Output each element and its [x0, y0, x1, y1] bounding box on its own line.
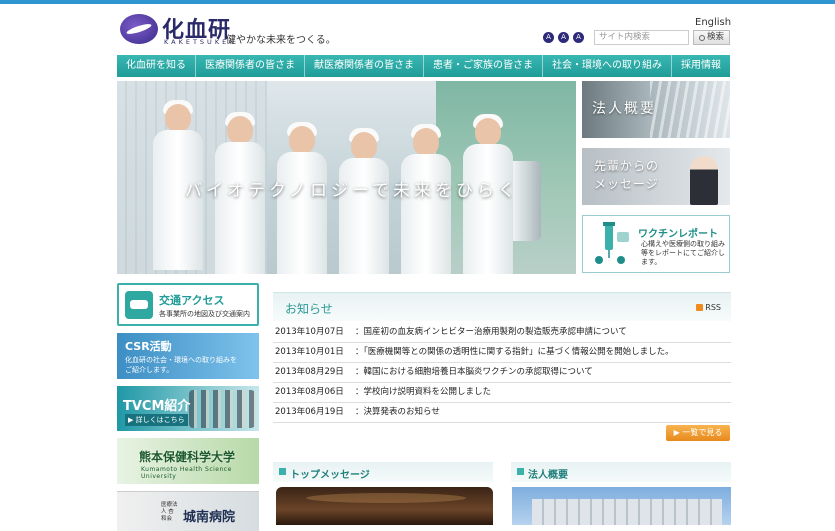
- news-item[interactable]: 2013年08月29日 ：韓国における細胞培養日本脳炎ワクチンの承認取得について: [273, 363, 731, 383]
- news-text: ：国産初の血友病インヒビター治療用製剤の製造販売承認申請について: [355, 327, 627, 337]
- vaccine-mascot-icon: [595, 222, 629, 264]
- news-date: 2013年10月07日: [275, 327, 344, 337]
- news-header: お知らせ RSS: [273, 292, 731, 321]
- csr-desc-line2: ご紹介します。: [125, 366, 174, 374]
- news-list: 2013年10月07日 ：国産初の血友病インヒビター治療用製剤の製造販売承認申請に…: [273, 323, 731, 423]
- news-item[interactable]: 2013年06月19日 ：決算発表のお知らせ: [273, 403, 731, 423]
- news-text: ：決算発表のお知らせ: [355, 407, 440, 417]
- rss-link[interactable]: RSS: [696, 303, 721, 312]
- csr-banner[interactable]: CSR活動 化血研の社会・環境への取り組みを ご紹介します。: [117, 333, 259, 379]
- kumamoto-sub: Kumamoto Health Science University: [141, 466, 232, 480]
- font-size-large-button[interactable]: A: [573, 32, 584, 43]
- top-message-heading[interactable]: トップメッセージ: [273, 462, 493, 482]
- nav-item-about[interactable]: 化血研を知る: [117, 55, 196, 77]
- senior-message-title-line1: 先輩からの: [594, 159, 660, 173]
- vaccine-report-title: ワクチンレポート: [638, 229, 718, 240]
- search-input[interactable]: サイト内検索: [594, 30, 689, 45]
- font-size-medium-button[interactable]: A: [558, 32, 569, 43]
- news-title: お知らせ: [285, 302, 333, 316]
- hero-person: [401, 124, 451, 274]
- corporate-heading[interactable]: 法人概要: [511, 462, 731, 482]
- corporate-banner-title: 法人概要: [592, 101, 656, 117]
- nav-item-medical[interactable]: 医療関係者の皆さま: [196, 55, 305, 77]
- jonan-title: 城南病院: [183, 510, 236, 525]
- kumamoto-title: 熊本保健科学大学: [139, 450, 236, 464]
- tagline: 健やかな未来をつくる。: [226, 35, 336, 46]
- banner-stripes: [650, 81, 730, 138]
- senior-message-banner[interactable]: 先輩からの メッセージ: [582, 148, 730, 205]
- news-date: 2013年10月01日: [275, 347, 344, 357]
- news-item[interactable]: 2013年08月06日 ：学校向け説明資料を公開しました: [273, 383, 731, 403]
- news-text: ：韓国における細胞培養日本脳炎ワクチンの承認取得について: [355, 367, 593, 377]
- top-accent-bar: [0, 0, 835, 4]
- tvcm-title: TVCM紹介: [123, 399, 191, 414]
- rss-icon: [696, 304, 704, 311]
- vaccine-report-desc: 心構えや医療側の取り組み等をレポートにてご紹介します。: [641, 240, 725, 266]
- jonan-hospital-banner[interactable]: 医療法人 杏和会 城南病院: [117, 491, 259, 531]
- hero-image: バイオテクノロジーで未来をひらく: [117, 81, 576, 274]
- search-button[interactable]: 検索: [693, 30, 730, 45]
- corporate-banner[interactable]: 法人概要: [582, 81, 730, 138]
- news-date: 2013年08月29日: [275, 367, 344, 377]
- section-arrow-icon: [279, 468, 286, 475]
- english-link[interactable]: English: [695, 17, 731, 28]
- corporate-building-image[interactable]: [512, 487, 731, 525]
- hero-copy: バイオテクノロジーで未来をひらく: [185, 181, 519, 201]
- hero-person: [339, 128, 389, 274]
- search-button-label: 検索: [706, 32, 724, 42]
- news-text: ：学校向け説明資料を公開しました: [355, 387, 492, 397]
- top-message-label: トップメッセージ: [290, 470, 370, 481]
- tvcm-photo: [189, 390, 255, 428]
- access-banner[interactable]: 交通アクセス 各事業所の地図及び交通案内: [117, 283, 259, 326]
- nav-item-csr[interactable]: 社会・環境への取り組み: [543, 55, 672, 77]
- csr-desc-line1: 化血研の社会・環境への取り組みを: [125, 356, 237, 364]
- global-nav: 化血研を知る 医療関係者の皆さま 献医療関係者の皆さま 患者・ご家族の皆さま 社…: [117, 55, 730, 77]
- search-icon: [698, 34, 705, 41]
- news-item[interactable]: 2013年10月01日 ：「医療機関等との関係の透明性に関する指針」に基づく情報公…: [273, 343, 731, 363]
- car-icon: [125, 291, 153, 319]
- access-title: 交通アクセス: [159, 294, 225, 307]
- corporate-label: 法人概要: [528, 470, 568, 481]
- csr-title: CSR活動: [125, 340, 172, 353]
- top-message-image[interactable]: [276, 487, 493, 525]
- news-date: 2013年06月19日: [275, 407, 344, 417]
- nav-item-donor-medical[interactable]: 献医療関係者の皆さま: [305, 55, 424, 77]
- staff-photo: [690, 156, 718, 205]
- news-panel: お知らせ RSS 2013年10月07日 ：国産初の血友病インヒビター治療用製剤の…: [273, 292, 731, 442]
- news-item[interactable]: 2013年10月07日 ：国産初の血友病インヒビター治療用製剤の製造販売承認申請に…: [273, 323, 731, 343]
- kumamoto-university-banner[interactable]: 熊本保健科学大学 Kumamoto Health Science Univers…: [117, 438, 259, 484]
- rss-label: RSS: [705, 303, 721, 312]
- jonan-pre: 医療法人 杏和会: [161, 502, 178, 522]
- access-sub: 各事業所の地図及び交通案内: [159, 310, 250, 318]
- nav-item-patients[interactable]: 患者・ご家族の皆さま: [424, 55, 543, 77]
- senior-message-title-line2: メッセージ: [594, 177, 659, 191]
- news-text: ：「医療機関等との関係の透明性に関する指針」に基づく情報公開を開始しました。: [355, 347, 674, 357]
- tvcm-detail-link: ▶ 詳しくはこちら: [125, 414, 188, 426]
- font-size-switcher: A A A: [543, 32, 584, 44]
- nav-item-recruit[interactable]: 採用情報: [672, 55, 730, 77]
- section-arrow-icon: [517, 468, 524, 475]
- logo-mark-icon: [120, 14, 158, 44]
- news-date: 2013年08月06日: [275, 387, 344, 397]
- tvcm-banner[interactable]: TVCM紹介 ▶ 詳しくはこちら: [117, 386, 259, 431]
- vaccine-report-banner[interactable]: ワクチンレポート 心構えや医療側の取り組み等をレポートにてご紹介します。: [582, 215, 730, 273]
- font-size-small-button[interactable]: A: [543, 32, 554, 43]
- news-more-button[interactable]: ▶ 一覧で見る: [666, 425, 730, 441]
